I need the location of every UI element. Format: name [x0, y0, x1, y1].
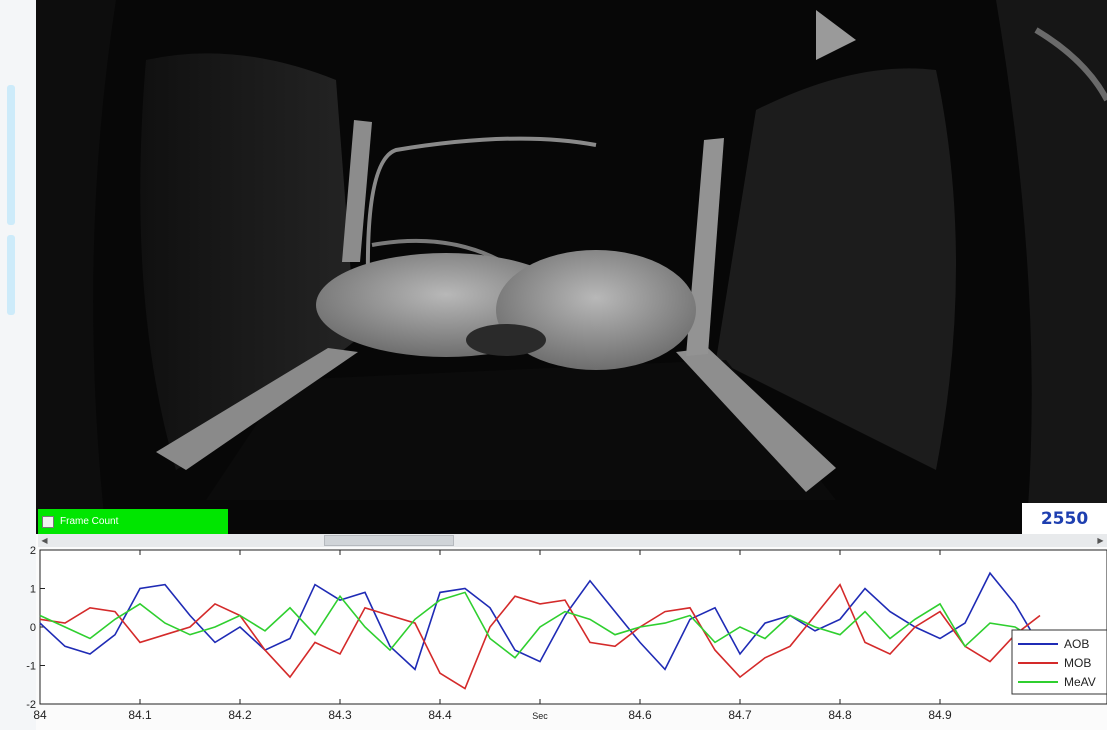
x-tick-label: 84.9	[928, 708, 952, 722]
x-tick-label: 84.7	[728, 708, 752, 722]
x-tick-label: 84.1	[128, 708, 152, 722]
x-tick-label: 84	[33, 708, 47, 722]
x-tick-label: 84.2	[228, 708, 252, 722]
y-tick-label: 1	[30, 584, 36, 596]
legend-label-mob: MOB	[1064, 656, 1091, 670]
video-frame	[36, 0, 1107, 534]
x-tick-label: 84.8	[828, 708, 852, 722]
x-tick-label: 84.4	[428, 708, 452, 722]
side-tab-lower[interactable]	[7, 235, 15, 315]
legend-label-aob: AOB	[1064, 637, 1089, 651]
signal-chart: 210-1-284 84.1 84.2 84.3 84.4 Sec 84.6 84.7 84.8…	[26, 546, 1107, 722]
application-window: Frame Count 2550 ◀ ▶ 2 1 0 -1 -2 84 84.1 84.2 84…	[0, 0, 1107, 730]
video-frame-image	[36, 0, 1107, 534]
chart-legend: AOB MOB MeAV	[1011, 629, 1107, 695]
x-tick-label: 84.3	[328, 708, 352, 722]
checkbox-icon[interactable]	[42, 515, 54, 528]
scroll-thumb[interactable]	[324, 535, 454, 546]
y-tick-label: -1	[26, 661, 36, 673]
x-tick-label: Sec	[532, 711, 548, 721]
frame-count-label: Frame Count	[60, 516, 119, 527]
x-tick-label: 84.6	[628, 708, 652, 722]
frame-number-display: 2550	[1022, 503, 1107, 535]
side-tab-upper[interactable]	[7, 85, 15, 225]
y-tick-label: 0	[30, 622, 36, 634]
legend-label-meav: MeAV	[1064, 675, 1096, 689]
y-tick-label: 2	[30, 546, 36, 557]
frame-count-bar[interactable]: Frame Count	[38, 509, 228, 534]
